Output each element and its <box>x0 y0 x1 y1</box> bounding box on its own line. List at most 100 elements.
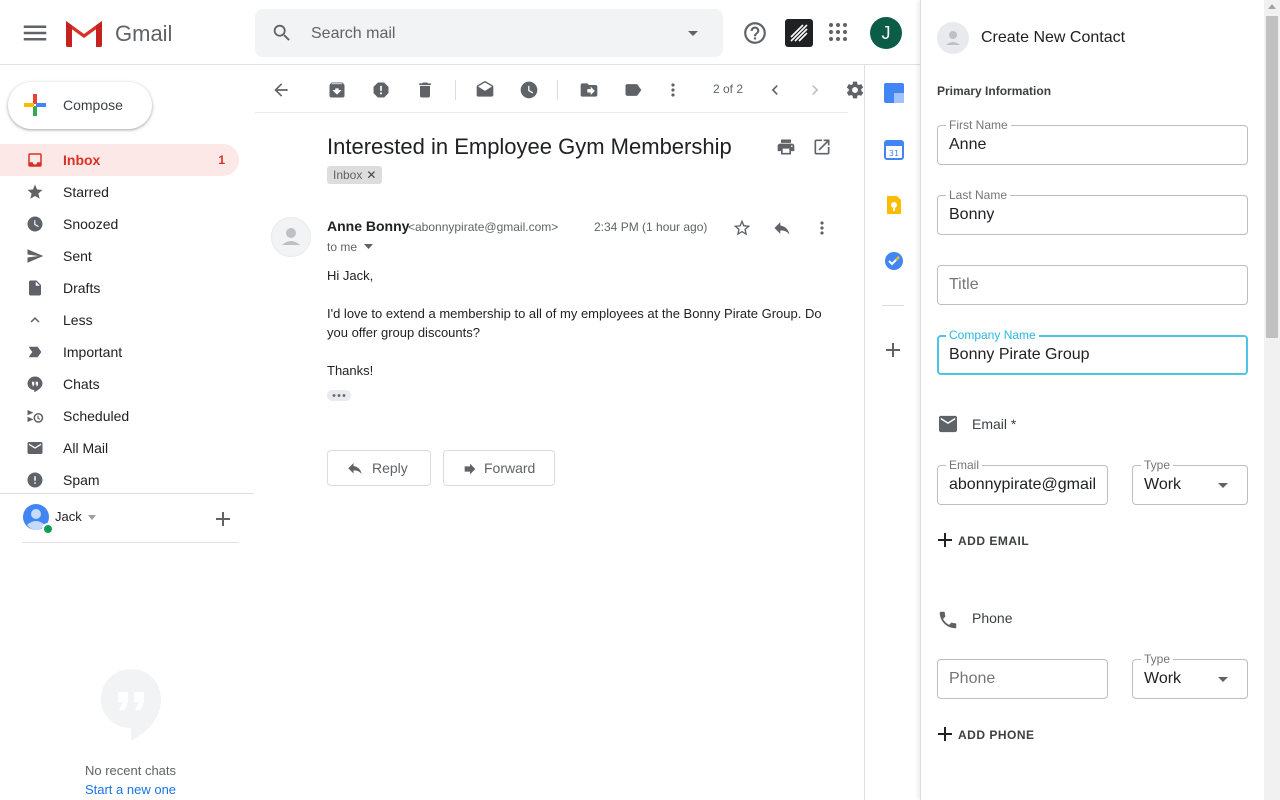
settings-gear-icon[interactable] <box>845 80 865 100</box>
label-chip-text: Inbox <box>333 168 363 182</box>
archive-icon[interactable] <box>327 80 347 100</box>
add-chat-icon[interactable] <box>215 511 231 527</box>
sender-name[interactable]: Anne Bonny <box>327 218 409 234</box>
phone-type-select[interactable]: Type Work <box>1132 652 1248 699</box>
sidebar-item-important[interactable]: Important <box>0 336 239 368</box>
sidebar-item-sent[interactable]: Sent <box>0 240 239 272</box>
chevron-up-icon <box>26 311 44 329</box>
email-body: Hi Jack, I'd love to extend a membership… <box>327 266 837 399</box>
first-name-field[interactable]: First Name Anne <box>937 118 1248 165</box>
more-vert-icon[interactable] <box>663 80 683 100</box>
field-value: Work <box>1144 476 1182 493</box>
draft-icon <box>26 279 44 297</box>
move-to-icon[interactable] <box>579 80 599 100</box>
sidebar-item-all-mail[interactable]: All Mail <box>0 432 239 464</box>
remove-label-icon[interactable]: ✕ <box>366 168 376 182</box>
chevron-left-icon[interactable] <box>765 80 785 100</box>
dropdown-arrow-icon <box>1218 483 1228 488</box>
email-field[interactable]: Email abonnypirate@gmail <box>937 458 1108 505</box>
divider <box>22 542 239 543</box>
sidebar-item-less[interactable]: Less <box>0 304 239 336</box>
sidebar-item-label: Scheduled <box>63 408 130 424</box>
open-new-window-icon[interactable] <box>812 137 832 157</box>
field-label: Email <box>946 458 983 472</box>
page-count: 2 of 2 <box>713 82 744 96</box>
phone-field[interactable]: Phone <box>937 659 1108 699</box>
hangouts-user-name[interactable]: Jack <box>55 509 82 524</box>
toolbar-separator <box>557 80 558 100</box>
panel-scrollbar[interactable] <box>1264 0 1280 800</box>
star-outline-icon[interactable] <box>732 218 752 238</box>
top-bar: Gmail J <box>0 0 920 65</box>
field-value: Anne <box>949 136 987 153</box>
chevron-down-icon[interactable] <box>88 515 96 520</box>
calendar-icon[interactable]: 31 <box>884 140 904 160</box>
label-icon[interactable] <box>623 80 643 100</box>
hangouts-bubble-icon <box>100 668 162 742</box>
email-type-select[interactable]: Type Work <box>1132 458 1248 505</box>
account-avatar[interactable]: J <box>870 17 902 49</box>
hangouts-user-avatar[interactable] <box>22 503 54 535</box>
main-menu-icon[interactable] <box>20 18 50 48</box>
plus-icon <box>937 532 953 548</box>
sidebar-item-inbox[interactable]: Inbox 1 <box>0 144 239 176</box>
delete-icon[interactable] <box>415 80 435 100</box>
tasks-icon[interactable] <box>884 251 904 271</box>
sidebar-item-scheduled[interactable]: Scheduled <box>0 400 239 432</box>
sidebar-item-spam[interactable]: Spam <box>0 464 239 496</box>
field-value: Bonny <box>949 206 995 223</box>
mark-unread-icon[interactable] <box>475 80 495 100</box>
sidebar-item-chats[interactable]: Chats <box>0 368 239 400</box>
scroll-up-icon[interactable] <box>1268 4 1276 9</box>
last-name-field[interactable]: Last Name Bonny <box>937 188 1248 235</box>
plus-icon <box>937 726 953 742</box>
recipient-text: to me <box>327 240 358 254</box>
forward-button[interactable]: Forward <box>443 450 555 486</box>
report-spam-icon[interactable] <box>371 80 391 100</box>
email-timestamp: 2:34 PM (1 hour ago) <box>594 220 708 234</box>
company-name-field[interactable]: Company Name Bonny Pirate Group <box>937 328 1248 375</box>
search-input[interactable] <box>311 23 671 45</box>
contacts-addon-icon[interactable] <box>884 83 904 103</box>
gmail-logo[interactable] <box>64 17 104 49</box>
sidebar-item-drafts[interactable]: Drafts <box>0 272 239 304</box>
field-label: Type <box>1141 458 1174 472</box>
add-phone-label: ADD PHONE <box>958 728 1035 742</box>
sidebar-item-label: Spam <box>63 472 100 488</box>
chevron-right-icon[interactable] <box>805 80 825 100</box>
chevron-down-icon[interactable] <box>364 244 373 249</box>
print-icon[interactable] <box>776 137 796 157</box>
add-addon-icon[interactable] <box>884 341 902 359</box>
search-icon[interactable] <box>271 22 293 44</box>
compose-plus-icon <box>22 92 48 118</box>
apps-grid-icon[interactable] <box>828 22 848 42</box>
sidebar-item-starred[interactable]: Starred <box>0 176 239 208</box>
divider <box>0 493 254 494</box>
help-icon[interactable] <box>742 20 768 46</box>
field-placeholder: Title <box>949 276 979 293</box>
search-options-icon[interactable] <box>687 27 699 39</box>
email-body-paragraph: I'd love to extend a membership to all o… <box>327 306 822 340</box>
sidebar-item-snoozed[interactable]: Snoozed <box>0 208 239 240</box>
field-label: Type <box>1141 652 1174 666</box>
field-value: Bonny Pirate Group <box>949 346 1090 363</box>
reply-icon[interactable] <box>772 218 792 238</box>
divider <box>255 112 848 113</box>
extension-icon[interactable] <box>785 19 813 47</box>
sidebar-item-label: Snoozed <box>63 216 119 232</box>
sidebar-item-label: Inbox <box>63 152 101 168</box>
reply-button-label: Reply <box>372 460 408 476</box>
back-icon[interactable] <box>271 80 291 100</box>
snooze-icon[interactable] <box>519 80 539 100</box>
title-field[interactable]: Title <box>937 265 1248 305</box>
reply-button[interactable]: Reply <box>327 450 431 486</box>
toolbar-separator <box>455 80 456 100</box>
keep-icon[interactable] <box>884 195 904 215</box>
sender-avatar[interactable] <box>271 217 311 257</box>
compose-button[interactable]: Compose <box>8 82 152 129</box>
scrollbar-thumb[interactable] <box>1266 16 1278 338</box>
more-vert-icon[interactable] <box>812 218 832 238</box>
svg-text:31: 31 <box>889 149 899 158</box>
start-new-chat-link[interactable]: Start a new one <box>0 782 261 797</box>
show-trimmed-content-button[interactable] <box>327 390 351 401</box>
